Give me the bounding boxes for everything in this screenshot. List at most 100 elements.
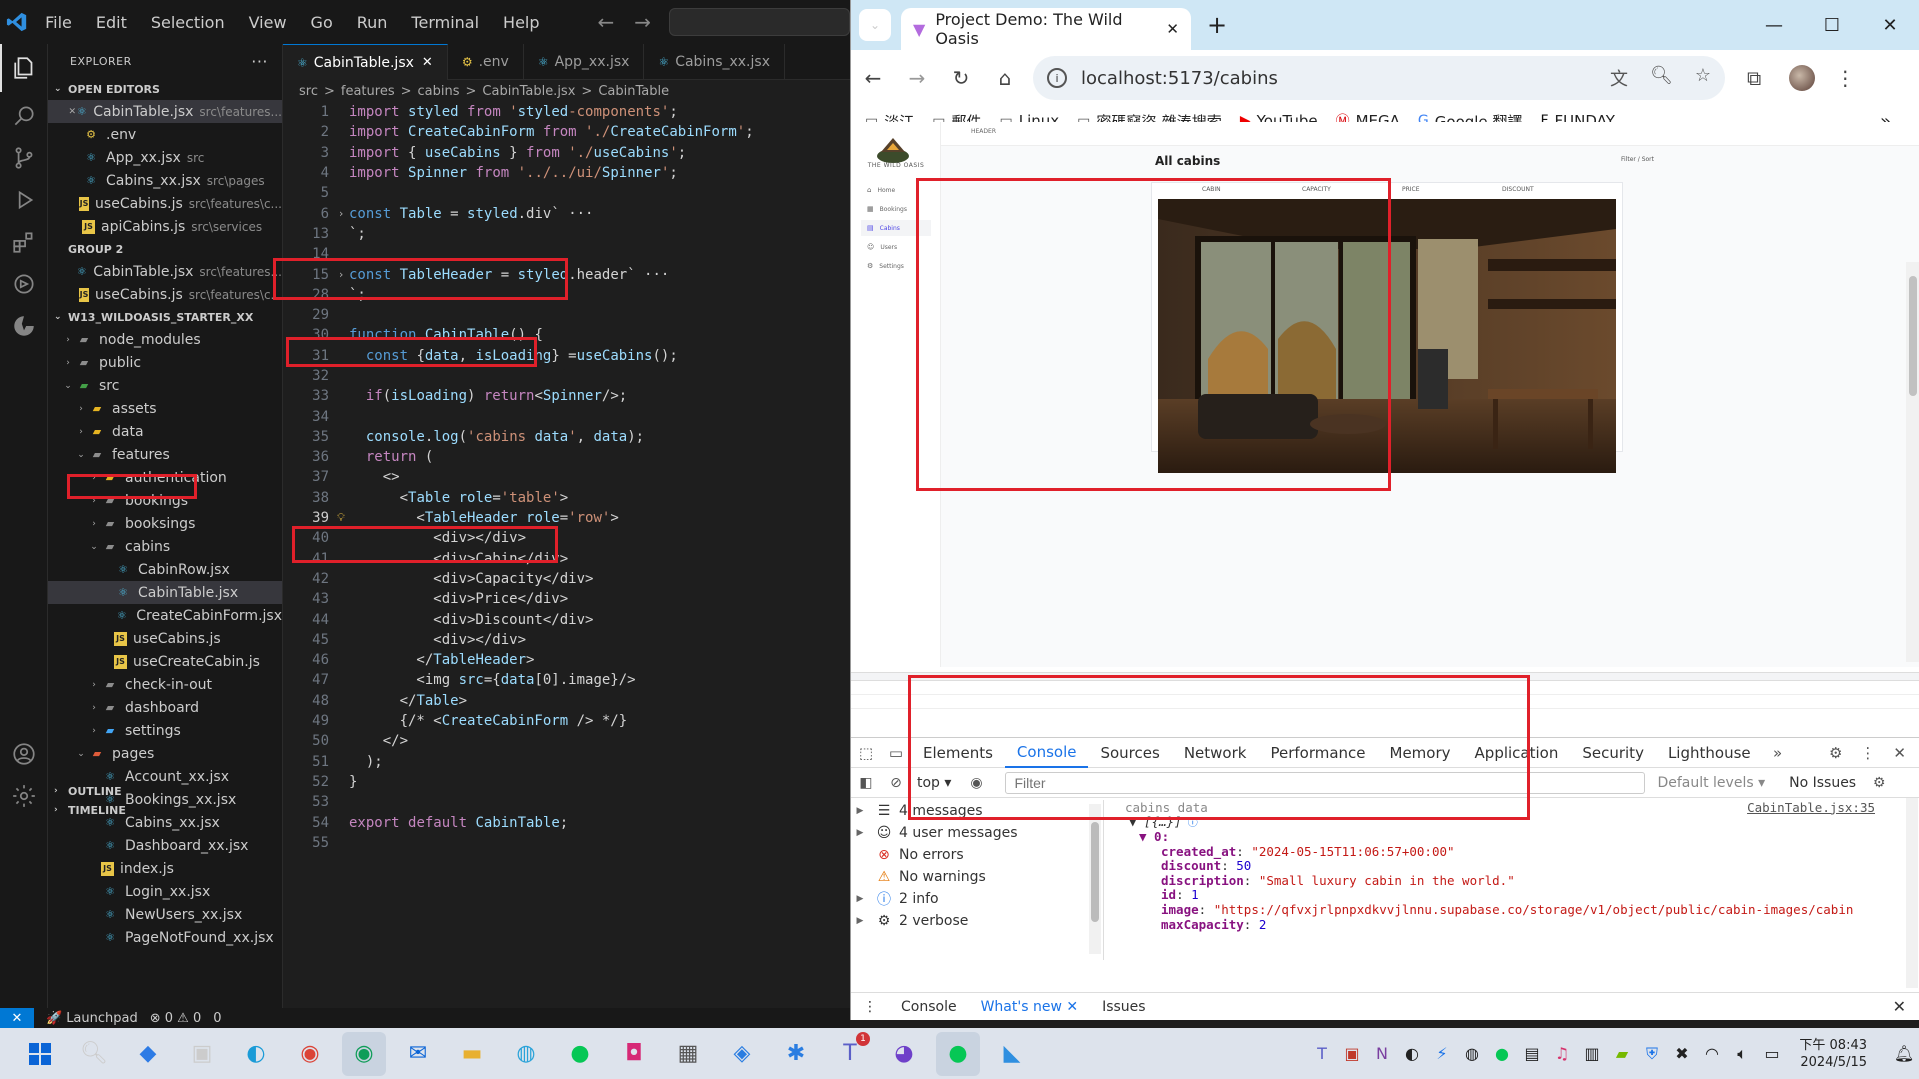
code-line[interactable]: 36 return ( [283, 447, 850, 467]
menu-file[interactable]: File [33, 13, 84, 32]
chrome-menu-icon[interactable]: ⋮ [1835, 66, 1855, 90]
line-tray-icon[interactable]: ● [1487, 1044, 1517, 1063]
explorer-icon[interactable] [0, 44, 48, 92]
chrome-profile-taskbar-icon[interactable]: ◉ [342, 1031, 386, 1076]
device-toolbar-icon[interactable]: ▭ [881, 744, 911, 762]
new-tab-icon[interactable]: + [1207, 11, 1227, 39]
edge-icon[interactable]: ◐ [234, 1032, 278, 1076]
browser-tab[interactable]: ▼ Project Demo: The Wild Oasis ✕ [901, 8, 1191, 50]
code-lines[interactable]: 1 import styled from 'styled-components';… [283, 102, 850, 853]
devtools-menu-icon[interactable]: ⋮ [1860, 744, 1875, 762]
tree-item[interactable]: JS useCabins.js [48, 627, 282, 650]
log-index-toggle[interactable]: ▼ 0: [1139, 829, 1169, 844]
code-line[interactable]: 47 <img src={data[0].image}/> [283, 670, 850, 690]
close-tab-icon[interactable]: ✕ [422, 55, 433, 70]
open-editor-item[interactable]: ⚙ .env [48, 123, 282, 146]
source-control-icon[interactable] [0, 134, 48, 182]
log-levels-dropdown[interactable]: Default levels ▾ [1657, 775, 1765, 791]
page-scrollbar[interactable] [1906, 262, 1919, 662]
search-taskbar-icon[interactable]: 🔍︎ [72, 1032, 116, 1076]
code-line[interactable]: 4 import Spinner from '../../ui/Spinner'; [283, 163, 850, 183]
tree-item[interactable]: ⚛ PageNotFound_xx.jsx [48, 926, 282, 949]
breadcrumb-item[interactable]: > [324, 84, 335, 99]
sidebar-toggle-icon[interactable]: ◧ [851, 775, 881, 791]
log-field[interactable]: created_at: "2024-05-15T11:06:57+00:00" [1105, 844, 1905, 859]
code-line[interactable]: 34 [283, 406, 850, 426]
lightbulb-icon[interactable]: 💡︎ [333, 511, 349, 525]
open-editors-section[interactable]: ⌄ OPEN EDITORS [48, 78, 282, 100]
open-editor-item[interactable]: ⚛ Cabins_xx.jsx src\pages [48, 169, 282, 192]
tree-item[interactable]: ⚛ CabinRow.jsx [48, 558, 282, 581]
tree-item[interactable]: ⚛ CabinTable.jsx [48, 581, 282, 604]
code-line[interactable]: 46 </TableHeader> [283, 650, 850, 670]
breadcrumb-item[interactable]: > [466, 84, 477, 99]
tray-app5-icon[interactable]: ✖ [1667, 1044, 1697, 1063]
breadcrumb-item[interactable]: features [341, 84, 395, 99]
tree-item[interactable]: ⌄ ▰ src [48, 374, 282, 397]
outlook-icon[interactable]: ✉ [396, 1032, 440, 1076]
fold-chevron-icon[interactable]: › [333, 207, 349, 220]
clear-console-icon[interactable]: ⊘ [881, 775, 911, 791]
breadcrumb-item[interactable]: src [299, 84, 318, 99]
accounts-icon[interactable] [0, 730, 48, 778]
clock[interactable]: 下午 08:43 2024/5/15 [1787, 1037, 1867, 1071]
log-field[interactable]: maxCapacity: 2 [1105, 917, 1905, 932]
code-line[interactable]: 51 ); [283, 752, 850, 772]
console-filter-user[interactable]: ▶ ☺ 4 user messages [851, 822, 1103, 844]
edge-devtools-icon[interactable] [0, 302, 48, 350]
translate-icon[interactable]: 文 [1610, 65, 1628, 91]
menu-selection[interactable]: Selection [139, 13, 237, 32]
tree-item[interactable]: ⌄ ▰ pages [48, 742, 282, 765]
tree-item[interactable]: › ▰ booksings [48, 512, 282, 535]
remote-indicator-icon[interactable]: ✕ [0, 1008, 34, 1028]
copilot-icon[interactable]: ◆ [126, 1032, 170, 1076]
log-field[interactable]: discount: 50 [1105, 858, 1905, 873]
log-source-link[interactable]: CabinTable.jsx:35 [1747, 800, 1875, 815]
code-line[interactable]: 53 [283, 792, 850, 812]
file-explorer-icon[interactable]: ▬ [450, 1032, 494, 1076]
volume-icon[interactable]: 🔈︎ [1727, 1044, 1757, 1064]
group2-editor-item[interactable]: JS useCabins.js src\features\c... [48, 283, 282, 306]
task-view-icon[interactable]: ▣ [180, 1032, 224, 1076]
teams-icon[interactable]: T1 [828, 1031, 872, 1076]
menu-view[interactable]: View [237, 13, 299, 32]
tree-item[interactable]: JS index.js [48, 857, 282, 880]
forward-icon[interactable]: → [895, 66, 939, 90]
console-filter-error[interactable]: ⊗ No errors [851, 844, 1103, 866]
back-arrow-icon[interactable]: ← [588, 10, 625, 34]
battery-icon[interactable]: ▭ [1757, 1044, 1787, 1063]
more-actions-icon[interactable]: ··· [251, 52, 268, 71]
code-line[interactable]: 37 <> [283, 467, 850, 487]
zoom-icon[interactable]: 🔍︎ [1650, 65, 1673, 91]
search-icon[interactable] [0, 92, 48, 140]
run-debug-icon[interactable] [0, 176, 48, 224]
tree-item[interactable]: ⚛ CreateCabinForm.jsx [48, 604, 282, 627]
tree-item[interactable]: › ▰ settings [48, 719, 282, 742]
drawer-tab[interactable]: Console [889, 999, 969, 1015]
console-settings-icon[interactable]: ⚙ [1864, 775, 1894, 791]
tab-search-chevron-icon[interactable]: ⌄ [859, 9, 891, 41]
tree-item[interactable]: ⌄ ▰ features [48, 443, 282, 466]
code-line[interactable]: 5 [283, 183, 850, 203]
audio-app-icon[interactable]: ◍ [504, 1032, 548, 1076]
close-window-icon[interactable]: ✕ [1861, 15, 1919, 36]
extensions-puzzle-icon[interactable]: ⧉ [1747, 66, 1761, 90]
command-center-search[interactable] [669, 8, 850, 36]
wifi-icon[interactable]: ◠ [1697, 1044, 1727, 1063]
drawer-tab[interactable]: Issues [1090, 999, 1158, 1015]
remote-explorer-icon[interactable] [0, 260, 48, 308]
tree-item[interactable]: JS useCreateCabin.js [48, 650, 282, 673]
timeline-section[interactable]: › TIMELINE [48, 799, 126, 821]
menu-edit[interactable]: Edit [84, 13, 139, 32]
console-scrollbar[interactable] [1906, 798, 1918, 988]
back-icon[interactable]: ← [851, 66, 895, 90]
tree-item[interactable]: ⚛ NewUsers_xx.jsx [48, 903, 282, 926]
start-button-icon[interactable] [18, 1032, 62, 1076]
console-log[interactable]: cabins data CabinTable.jsx:35 ▼ [{…}] ⓘ ▼… [1105, 800, 1905, 960]
notification-bell-icon[interactable]: 🔔︎ [1889, 1044, 1919, 1063]
vscode-taskbar-icon[interactable]: ◣ [990, 1032, 1034, 1076]
project-section[interactable]: ⌄ W13_WILDOASIS_STARTER_XX [48, 306, 282, 328]
drawer-menu-icon[interactable]: ⋮ [851, 999, 889, 1015]
code-line[interactable]: 1 import styled from 'styled-components'; [283, 102, 850, 122]
code-line[interactable]: 13 `; [283, 224, 850, 244]
